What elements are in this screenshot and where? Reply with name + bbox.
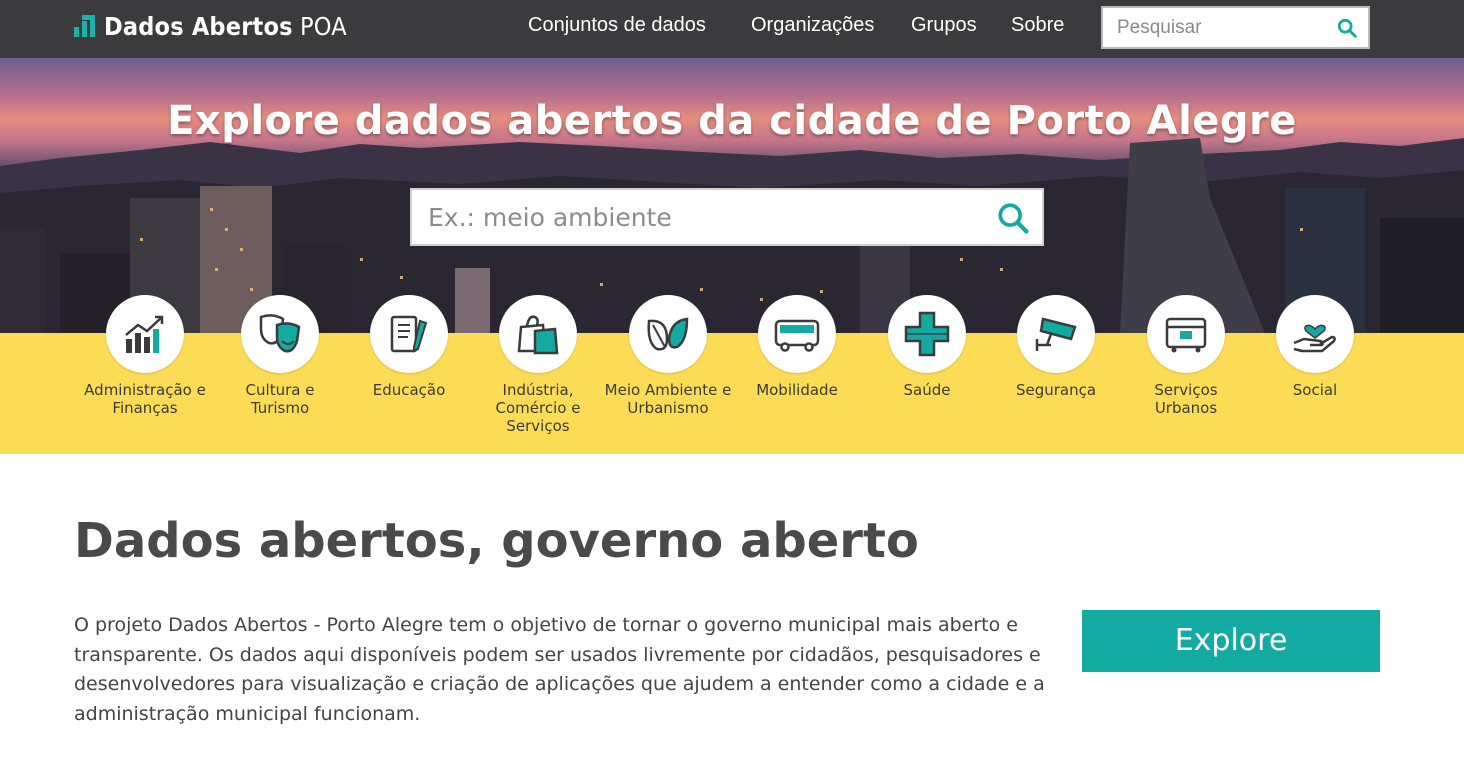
categories-band: Administração e Finanças Cultura e Turis…	[0, 295, 1464, 454]
dumpster-icon	[1165, 317, 1207, 353]
bus-icon	[774, 319, 820, 352]
top-navbar: Dados Abertos POA Conjuntos de dados Org…	[0, 0, 1464, 58]
logo-bars-icon	[74, 15, 95, 37]
page-title: Dados abertos, governo aberto	[74, 513, 919, 569]
hero-search-input[interactable]	[428, 190, 988, 244]
hero-search	[410, 188, 1044, 246]
chart-growth-icon	[125, 315, 164, 353]
nav-groups[interactable]: Grupos	[911, 14, 977, 37]
logo-text: Dados Abertos POA	[104, 11, 347, 41]
leaf-icon	[647, 317, 689, 351]
hero-banner: Explore dados abertos da cidade de Porto…	[0, 58, 1464, 333]
hand-heart-icon	[1293, 324, 1336, 353]
health-cross-icon	[904, 311, 950, 357]
shopping-bag-icon	[517, 315, 559, 355]
search-icon[interactable]	[1336, 17, 1358, 39]
hero-title: Explore dados abertos da cidade de Porto…	[167, 98, 1297, 144]
search-icon[interactable]	[996, 201, 1030, 235]
header-search-input[interactable]	[1117, 8, 1327, 47]
nav-about[interactable]: Sobre	[1011, 14, 1064, 37]
header-search	[1101, 6, 1370, 49]
security-camera-icon	[1035, 317, 1077, 351]
theater-masks-icon	[259, 314, 301, 353]
notebook-pencil-icon	[390, 315, 428, 353]
site-logo[interactable]: Dados Abertos POA	[74, 10, 347, 42]
nav-organizations[interactable]: Organizações	[751, 14, 874, 37]
explore-button[interactable]: Explore	[1082, 610, 1380, 672]
nav-datasets[interactable]: Conjuntos de dados	[528, 14, 706, 37]
intro-paragraph: O projeto Dados Abertos - Porto Alegre t…	[74, 614, 1045, 725]
